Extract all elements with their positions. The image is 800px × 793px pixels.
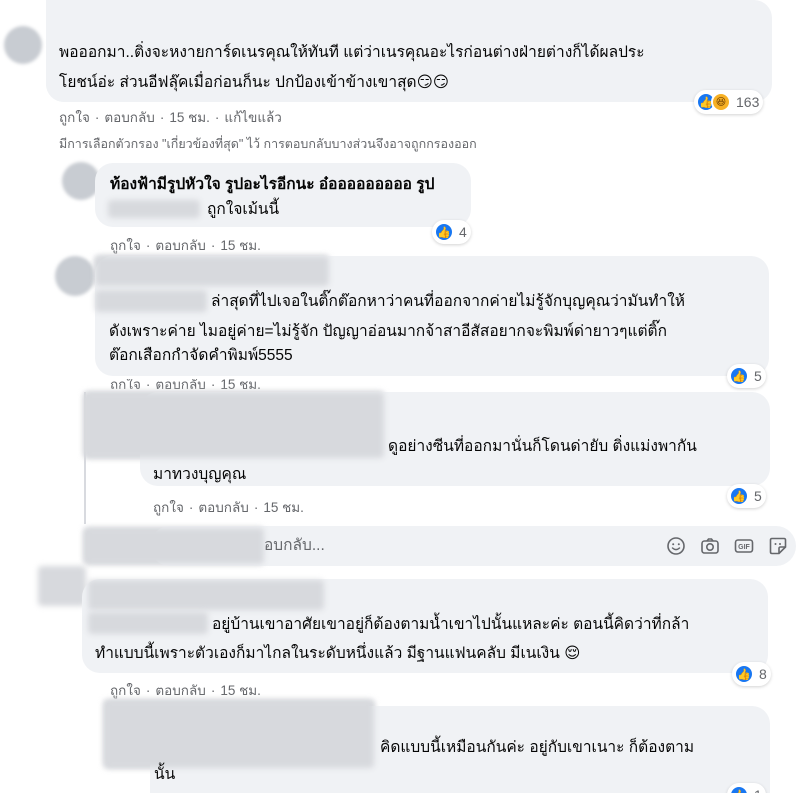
comment-actions: ถูกใจ · ตอบกลับ · 15 ชม. bbox=[110, 679, 261, 701]
like-icon: 👍 bbox=[734, 664, 754, 684]
comment-text-line: มาทวงบุญคุณ bbox=[153, 466, 247, 483]
comment-actions: ถูกใจ · ตอบกลับ · 15 ชม. · แก้ไขแล้ว bbox=[59, 106, 282, 128]
redacted-avatar bbox=[38, 566, 86, 606]
like-button[interactable]: ถูกใจ bbox=[110, 234, 141, 256]
avatar[interactable] bbox=[55, 256, 95, 296]
reply-input-icons: GIF bbox=[666, 536, 788, 556]
reply-button[interactable]: ตอบกลับ bbox=[155, 679, 205, 701]
redacted-avatar-name bbox=[104, 700, 374, 768]
redacted-name bbox=[95, 256, 329, 286]
haha-icon: 😆 bbox=[711, 92, 731, 112]
reply-button[interactable]: ตอบกลับ bbox=[198, 496, 248, 518]
comment-actions: ถูกใจ · ตอบกลับ · 15 ชม. bbox=[110, 234, 261, 256]
comment-text-line: อยู่บ้านเขาอาศัยเขาอยู่ก็ต้องตามน้ำเขาไป… bbox=[212, 616, 690, 633]
reply-button[interactable]: ตอบกลับ bbox=[155, 379, 205, 389]
sticker-icon[interactable] bbox=[768, 536, 788, 556]
separator: · bbox=[253, 499, 259, 515]
comment-text-line: ล่าสุดที่ไปเจอในติ๊กต๊อกหาว่าคนที่ออกจาก… bbox=[211, 293, 686, 310]
separator: · bbox=[159, 109, 165, 125]
like-icon: 👍 bbox=[729, 366, 749, 386]
timestamp[interactable]: 15 ชม. bbox=[220, 234, 261, 256]
separator: · bbox=[145, 379, 151, 389]
reaction-summary[interactable]: 👍 5 bbox=[727, 364, 766, 388]
comment-text-line: ทำแบบนี้เพราะตัวเองก็มาไกลในระดับหนึ่งแล… bbox=[95, 645, 581, 662]
like-button[interactable]: ถูกใจ bbox=[59, 106, 90, 128]
separator: · bbox=[94, 109, 100, 125]
comment-actions: ถูกใจ · ตอบกลับ · 15 ชม. bbox=[110, 379, 261, 389]
avatar[interactable] bbox=[4, 26, 42, 64]
separator: · bbox=[188, 499, 194, 515]
comment-text-line: คิดแบบนี้เหมือนกันค่ะ อยู่กับเขาเนาะ ก็ต… bbox=[380, 739, 695, 756]
comment-text-line: นั้น bbox=[154, 766, 176, 783]
separator: · bbox=[210, 379, 216, 389]
svg-text:GIF: GIF bbox=[738, 544, 750, 551]
comment-text-line: ถูกใจเม้นนี้ bbox=[207, 201, 280, 218]
reaction-summary[interactable]: 👍 8 bbox=[732, 662, 771, 686]
separator: · bbox=[210, 237, 216, 253]
comment-text-line: ดูอย่างซีนที่ออกมานั่นก็โดนด่ายับ ติ่งแม… bbox=[388, 438, 697, 455]
separator: · bbox=[214, 109, 220, 125]
reaction-count: 8 bbox=[759, 666, 767, 682]
gif-icon[interactable]: GIF bbox=[734, 536, 754, 556]
timestamp[interactable]: 15 ชม. bbox=[220, 679, 261, 701]
like-button[interactable]: ถูกใจ bbox=[153, 496, 184, 518]
like-icon: 👍 bbox=[729, 785, 749, 793]
emoji-icon[interactable] bbox=[666, 536, 686, 556]
reaction-count: 1 bbox=[754, 787, 762, 793]
reply-input-placeholder[interactable]: อบกลับ... bbox=[264, 531, 325, 561]
timestamp[interactable]: 15 ชม. bbox=[220, 379, 261, 389]
redacted-tag bbox=[108, 200, 200, 218]
like-button[interactable]: ถูกใจ bbox=[110, 379, 141, 389]
comment-text-line: พอออกมา..ติ่งจะหงายการ์ดเนรคุณให้ทันที แ… bbox=[59, 44, 645, 61]
reaction-count: 163 bbox=[736, 94, 760, 110]
redacted-avatar bbox=[84, 528, 264, 564]
reply-button[interactable]: ตอบกลับ bbox=[104, 106, 154, 128]
reaction-count: 4 bbox=[459, 224, 467, 240]
timestamp[interactable]: 15 ชม. bbox=[263, 496, 304, 518]
reaction-count: 5 bbox=[754, 488, 762, 504]
edited-label: แก้ไขแล้ว bbox=[224, 110, 282, 125]
comment-text-line: ต๊อกเสือกกำจัดคำพิมพ์5555 bbox=[109, 347, 293, 364]
reaction-count: 5 bbox=[754, 368, 762, 384]
reaction-summary[interactable]: 👍 😆 163 bbox=[694, 90, 764, 114]
redacted-avatar-name bbox=[84, 392, 384, 458]
timestamp[interactable]: 15 ชม. bbox=[169, 106, 210, 128]
camera-icon[interactable] bbox=[700, 536, 720, 556]
redacted-tag bbox=[95, 290, 207, 312]
like-icon: 👍 bbox=[729, 486, 749, 506]
like-button[interactable]: ถูกใจ bbox=[110, 679, 141, 701]
reaction-summary[interactable]: 👍 5 bbox=[727, 484, 766, 508]
filter-notice: มีการเลือกตัวกรอง "เกี่ยวข้องที่สุด" ไว้… bbox=[59, 137, 477, 151]
separator: · bbox=[145, 237, 151, 253]
redacted-name bbox=[88, 580, 324, 610]
like-icon: 👍 bbox=[434, 222, 454, 242]
reaction-summary[interactable]: 👍 1 bbox=[727, 783, 766, 793]
separator: · bbox=[145, 682, 151, 698]
comment-text-line: โยชน์อ่ะ ส่วนอีฟลุ๊คเมื่อก่อนก็นะ ปกป้อง… bbox=[59, 74, 449, 91]
redacted-tag bbox=[88, 612, 208, 634]
separator: · bbox=[210, 682, 216, 698]
comment-actions: ถูกใจ · ตอบกลับ · 15 ชม. bbox=[153, 496, 304, 518]
reaction-summary[interactable]: 👍 4 bbox=[432, 220, 471, 244]
reply-button[interactable]: ตอบกลับ bbox=[155, 234, 205, 256]
